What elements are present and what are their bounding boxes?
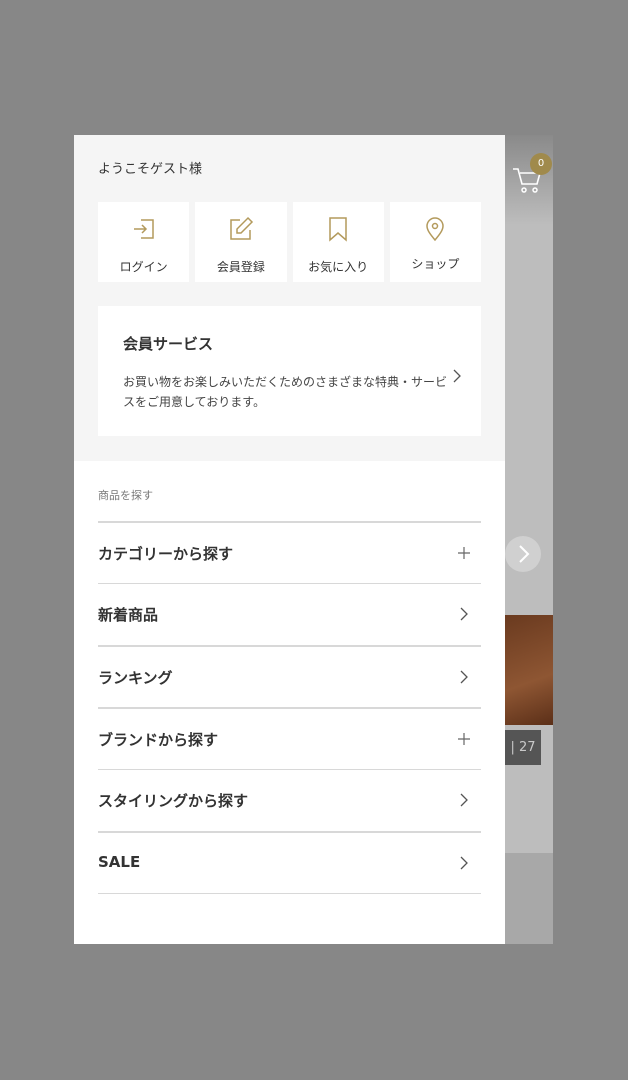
carousel-next-button[interactable] (505, 536, 541, 572)
favorites-label: お気に入り (308, 260, 369, 274)
cart-badge: 0 (530, 153, 552, 175)
edit-icon (227, 215, 255, 243)
menu-item-styling[interactable]: スタイリングから探す (98, 769, 481, 831)
login-button[interactable]: ログイン (98, 202, 190, 282)
menu-item-sale[interactable]: SALE (98, 831, 481, 894)
member-service-description: お買い物をお楽しみいただくためのさまざまな特典・サービスをご用意しております。 (123, 375, 448, 409)
menu-item-label: SALE (98, 853, 141, 871)
drawer-account-area: ようこそゲスト様 ログイン 会員登録 お気に入り ショップ 会員サービス お買い… (74, 135, 505, 461)
menu-item-label: スタイリングから探す (98, 792, 249, 810)
menu-item-label: 新着商品 (98, 606, 159, 624)
bookmark-icon (324, 215, 352, 243)
menu-item-new-arrivals[interactable]: 新着商品 (98, 583, 481, 645)
register-label: 会員登録 (216, 260, 265, 274)
chevron-right-icon (457, 855, 471, 871)
member-service-card[interactable]: 会員サービス お買い物をお楽しみいただくためのさまざまな特典・サービスをご用意し… (98, 306, 481, 436)
product-image (505, 615, 553, 725)
chevron-right-icon (457, 606, 471, 622)
welcome-text: ようこそゲスト様 (98, 162, 203, 177)
login-icon (130, 215, 158, 243)
product-menu: カテゴリーから探す 新着商品 ランキング ブランドから探す スタイリングから探す (98, 521, 481, 894)
favorites-button[interactable]: お気に入り (292, 202, 384, 282)
login-label: ログイン (119, 260, 168, 274)
menu-item-ranking[interactable]: ランキング (98, 645, 481, 707)
shop-label: ショップ (411, 257, 460, 271)
map-pin-icon (421, 215, 449, 243)
menu-item-label: ランキング (98, 669, 173, 687)
slide-counter: | 27 (505, 730, 541, 765)
menu-item-label: カテゴリーから探す (98, 545, 234, 563)
shop-button[interactable]: ショップ (389, 202, 481, 282)
plus-icon (457, 731, 471, 747)
chevron-right-icon (451, 368, 463, 384)
section-label: 商品を探す (98, 489, 153, 502)
chevron-right-icon (457, 669, 471, 685)
menu-item-brand[interactable]: ブランドから探す (98, 707, 481, 769)
menu-item-category[interactable]: カテゴリーから探す (98, 521, 481, 583)
member-service-title: 会員サービス (123, 335, 214, 353)
quick-links: ログイン 会員登録 お気に入り ショップ (98, 202, 481, 282)
plus-icon (457, 545, 471, 561)
register-button[interactable]: 会員登録 (195, 202, 287, 282)
chevron-right-icon (519, 545, 530, 563)
chevron-right-icon (457, 792, 471, 808)
menu-item-label: ブランドから探す (98, 731, 219, 749)
side-drawer: ようこそゲスト様 ログイン 会員登録 お気に入り ショップ 会員サービス お買い… (74, 135, 505, 944)
background-footer (505, 853, 553, 944)
